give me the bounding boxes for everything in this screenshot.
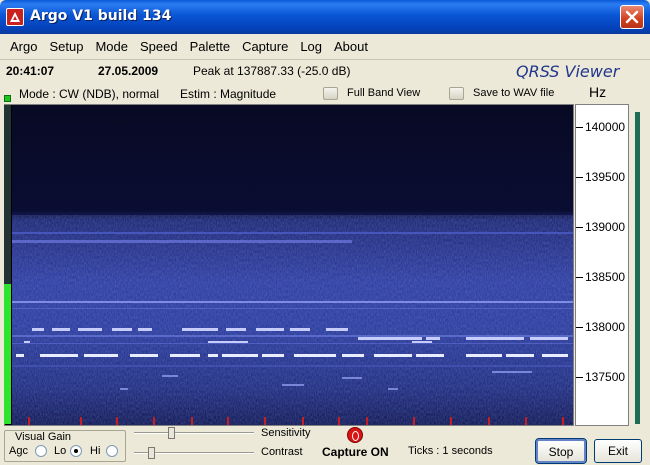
- agc-radio[interactable]: [35, 445, 47, 457]
- axis-tick: [576, 177, 583, 178]
- clock-time: 20:41:07: [6, 64, 55, 78]
- signal-level-fill: [4, 283, 11, 424]
- contrast-slider-thumb[interactable]: [148, 447, 155, 459]
- menu-about[interactable]: About: [328, 39, 374, 54]
- exit-button[interactable]: Exit: [594, 439, 642, 463]
- agc-label: Agc: [9, 445, 28, 457]
- spectrogram-waterfall[interactable]: [12, 105, 573, 425]
- axis-label: 137500: [585, 370, 626, 384]
- visual-gain-group: Visual Gain Agc Lo Hi: [4, 430, 126, 462]
- app-icon[interactable]: [6, 8, 24, 26]
- close-button[interactable]: [620, 5, 644, 29]
- menu-log[interactable]: Log: [294, 39, 328, 54]
- menu-bar: Argo Setup Mode Speed Palette Capture Lo…: [0, 34, 650, 60]
- qrss-viewer-logo: QRSS Viewer: [516, 62, 620, 81]
- axis-tick: [576, 127, 583, 128]
- estimator-text: Estim : Magnitude: [180, 87, 277, 101]
- axis-label: 140000: [585, 120, 626, 134]
- menu-argo[interactable]: Argo: [4, 39, 43, 54]
- close-icon: [625, 10, 639, 24]
- info-row: 20:41:07 27.05.2009 Peak at 137887.33 (-…: [0, 62, 650, 82]
- menu-capture[interactable]: Capture: [236, 39, 294, 54]
- axis-label: 138500: [585, 270, 626, 284]
- axis-label: 139500: [585, 170, 626, 184]
- frequency-unit-label: Hz: [589, 84, 607, 100]
- save-to-wav-label[interactable]: Save to WAV file: [473, 87, 554, 99]
- axis-label: 138000: [585, 320, 626, 334]
- hi-label: Hi: [90, 445, 101, 457]
- signal-level-meter: [4, 105, 11, 424]
- ticks-readout: Ticks : 1 seconds: [408, 445, 493, 457]
- axis-tick: [576, 227, 583, 228]
- peak-readout: Peak at 137887.33 (-25.0 dB): [193, 64, 351, 78]
- title-bar[interactable]: Argo V1 build 134: [0, 0, 650, 34]
- stop-button[interactable]: Stop: [535, 438, 587, 464]
- mode-text: Mode : CW (NDB), normal: [19, 87, 160, 101]
- frequency-axis: 140000 139500 139000 138500 138000 13750…: [575, 104, 629, 426]
- right-level-meter: [635, 112, 640, 424]
- full-band-view-label[interactable]: Full Band View: [347, 87, 420, 99]
- sensitivity-label: Sensitivity: [261, 427, 311, 439]
- axis-tick: [576, 377, 583, 378]
- lo-radio[interactable]: [70, 445, 82, 457]
- full-band-view-checkbox[interactable]: [323, 87, 338, 100]
- mode-row: Mode : CW (NDB), normal Estim : Magnitud…: [0, 84, 650, 106]
- contrast-label: Contrast: [261, 446, 303, 458]
- hi-radio[interactable]: [106, 445, 118, 457]
- status-led-icon: [4, 95, 11, 102]
- axis-label: 139000: [585, 220, 626, 234]
- axis-tick: [576, 327, 583, 328]
- save-to-wav-checkbox[interactable]: [449, 87, 464, 100]
- menu-setup[interactable]: Setup: [43, 39, 89, 54]
- sensitivity-slider-thumb[interactable]: [168, 427, 175, 439]
- window-title: Argo V1 build 134: [30, 8, 172, 24]
- capture-record-icon: [347, 427, 363, 443]
- capture-status: Capture ON: [322, 445, 389, 459]
- menu-mode[interactable]: Mode: [89, 39, 134, 54]
- clock-date: 27.05.2009: [98, 64, 159, 78]
- menu-palette[interactable]: Palette: [184, 39, 236, 54]
- sensitivity-slider-track[interactable]: [134, 432, 254, 434]
- visual-gain-title: Visual Gain: [15, 431, 72, 443]
- bottom-controls: Visual Gain Agc Lo Hi Sensitivity Contra…: [0, 426, 650, 465]
- axis-tick: [576, 277, 583, 278]
- lo-label: Lo: [54, 445, 67, 457]
- menu-speed[interactable]: Speed: [134, 39, 184, 54]
